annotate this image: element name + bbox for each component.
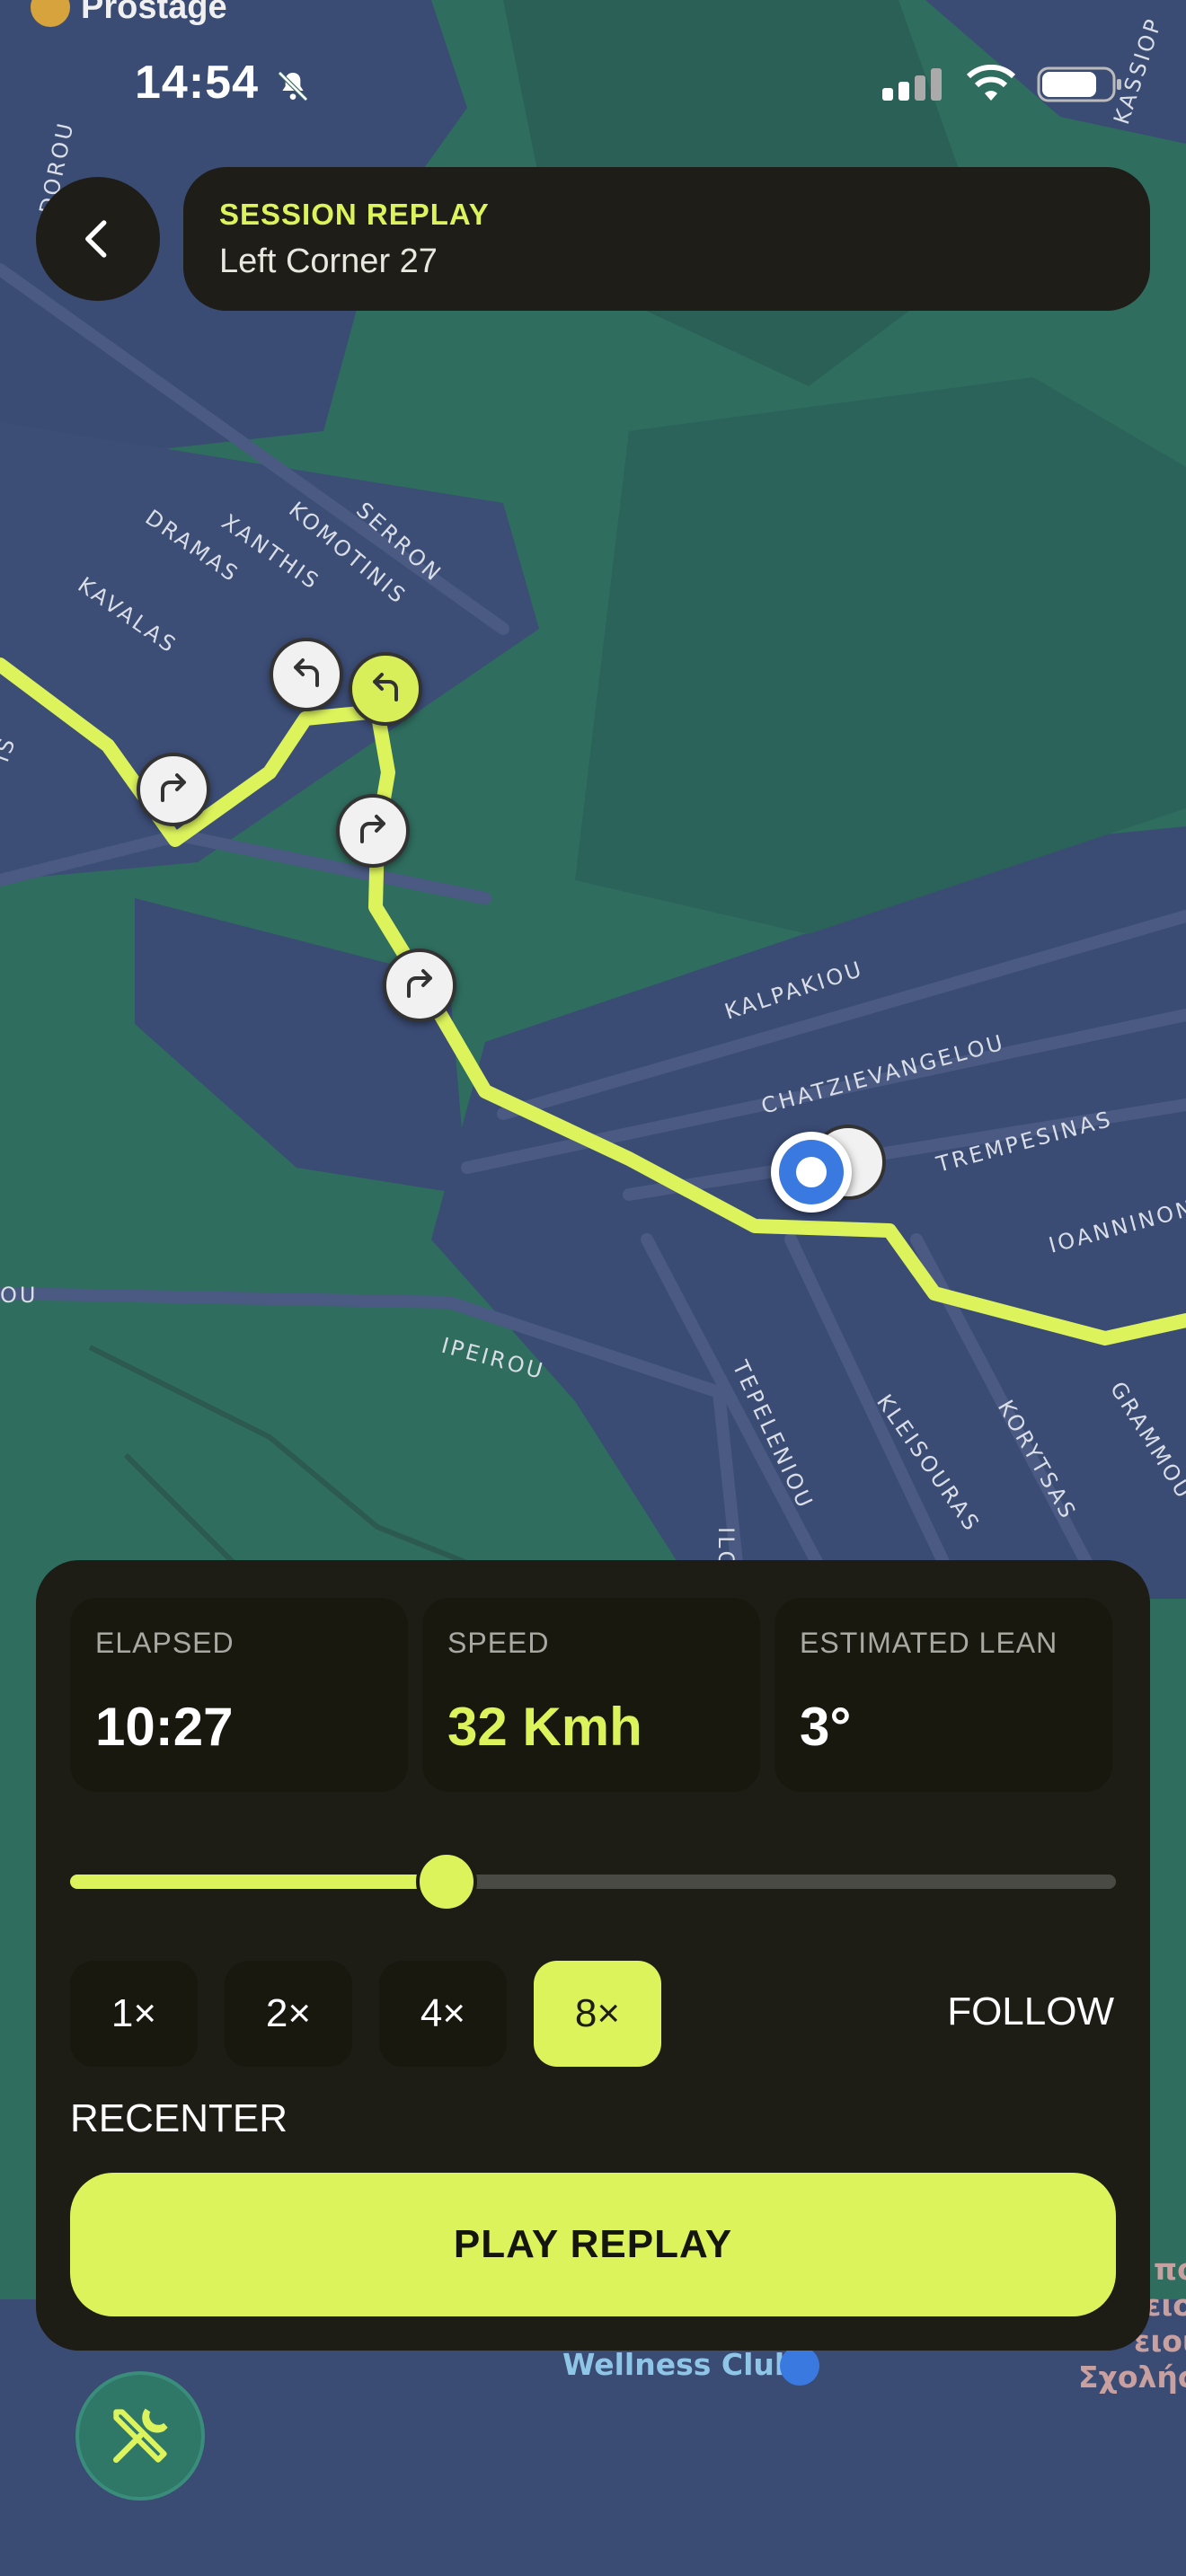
bell-slash-icon xyxy=(278,71,308,101)
tools-icon xyxy=(113,2408,168,2463)
poi-label: ειο xyxy=(1145,2288,1186,2323)
recenter-button[interactable]: RECENTER xyxy=(70,2096,288,2141)
replay-panel: ELAPSED 10:27 SPEED 32 Kmh ESTIMATED LEA… xyxy=(36,1560,1150,2351)
turn-marker-current[interactable] xyxy=(349,652,422,726)
current-position-marker xyxy=(771,1132,852,1213)
speed-2x-button[interactable]: 2× xyxy=(225,1961,352,2067)
poi-label: Wellness Club xyxy=(562,2347,796,2382)
tools-button[interactable] xyxy=(75,2371,205,2501)
turn-marker[interactable] xyxy=(270,638,343,711)
poi-label: Prostage xyxy=(81,0,227,26)
stat-lean: ESTIMATED LEAN 3° xyxy=(774,1598,1112,1792)
stat-value: 3° xyxy=(800,1697,852,1757)
battery-icon xyxy=(1037,66,1121,102)
replay-scrubber[interactable] xyxy=(70,1851,1116,1912)
chevron-left-icon xyxy=(85,220,107,258)
turn-right-icon xyxy=(161,773,186,802)
turn-left-icon xyxy=(294,658,319,687)
stat-value: 32 Kmh xyxy=(447,1697,642,1757)
stat-speed: SPEED 32 Kmh xyxy=(422,1598,760,1792)
turn-marker[interactable] xyxy=(383,948,456,1022)
speed-selector: 1× 2× 4× 8× xyxy=(70,1961,661,2067)
street-label: OU xyxy=(0,1283,38,1308)
wellness-pin-icon[interactable] xyxy=(780,2346,819,2386)
follow-button[interactable]: FOLLOW xyxy=(947,1989,1114,2034)
signal-icon xyxy=(882,68,942,101)
scrubber-thumb[interactable] xyxy=(416,1851,478,1912)
session-title-card: SESSION REPLAY Left Corner 27 xyxy=(183,167,1150,311)
speed-4x-button[interactable]: 4× xyxy=(379,1961,507,2067)
stat-elapsed: ELAPSED 10:27 xyxy=(70,1598,408,1792)
status-time: 14:54 xyxy=(135,57,259,109)
turn-marker[interactable] xyxy=(137,753,210,826)
scrubber-fill xyxy=(70,1875,447,1889)
poi-label: πο xyxy=(1154,2252,1186,2287)
session-kicker: SESSION REPLAY xyxy=(219,198,490,231)
speed-1x-button[interactable]: 1× xyxy=(70,1961,198,2067)
turn-marker[interactable] xyxy=(336,794,410,868)
stat-label: SPEED xyxy=(447,1627,550,1659)
stat-label: ELAPSED xyxy=(95,1627,235,1659)
session-name: Left Corner 27 xyxy=(219,243,438,280)
back-button[interactable] xyxy=(36,177,160,301)
poi-label: Σχολής xyxy=(1078,2360,1186,2395)
status-indicators xyxy=(882,65,1123,104)
stat-label: ESTIMATED LEAN xyxy=(800,1627,1058,1659)
turn-left-icon xyxy=(373,673,398,701)
poi-icon xyxy=(31,0,70,27)
speed-8x-button[interactable]: 8× xyxy=(534,1961,661,2067)
turn-right-icon xyxy=(360,815,385,843)
stats-row: ELAPSED 10:27 SPEED 32 Kmh ESTIMATED LEA… xyxy=(70,1598,1112,1792)
stat-value: 10:27 xyxy=(95,1697,234,1757)
turn-right-icon xyxy=(407,969,432,998)
play-replay-button[interactable]: PLAY REPLAY xyxy=(70,2173,1116,2316)
poi-prostage[interactable]: Prostage xyxy=(31,0,227,27)
wifi-icon xyxy=(966,65,1016,101)
